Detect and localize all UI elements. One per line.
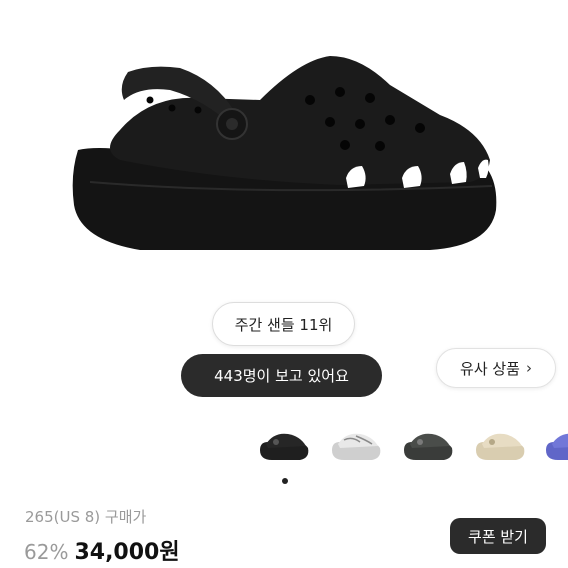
clog-shoe-image: [72, 56, 497, 250]
thumb-gray[interactable]: [398, 420, 458, 466]
product-image[interactable]: [0, 0, 568, 290]
get-coupon-button[interactable]: 쿠폰 받기: [450, 518, 546, 554]
thumb-purple[interactable]: [540, 420, 568, 466]
thumb-marble[interactable]: [326, 420, 386, 466]
chevron-right-icon: ›: [525, 359, 532, 377]
similar-products-button[interactable]: 유사 상품 ›: [436, 348, 556, 388]
color-thumbnails: [250, 420, 568, 466]
viewers-label: 443명이 보고 있어요: [214, 367, 349, 385]
weekly-rank-label: 주간 샌들 11위: [234, 315, 333, 334]
weekly-rank-badge: 주간 샌들 11위: [212, 302, 355, 346]
get-coupon-label: 쿠폰 받기: [468, 527, 528, 546]
size-price-label: 265(US 8) 구매가: [25, 508, 147, 526]
thumb-black[interactable]: [254, 420, 314, 466]
viewers-badge: 443명이 보고 있어요: [181, 354, 382, 397]
price-value: 34,000원: [74, 540, 180, 565]
similar-products-label: 유사 상품: [460, 359, 520, 378]
discount-rate: 62%: [24, 540, 69, 564]
carousel-indicator-dot: [282, 478, 288, 484]
price-row: 62% 34,000원: [24, 534, 180, 566]
thumb-beige[interactable]: [470, 420, 530, 466]
